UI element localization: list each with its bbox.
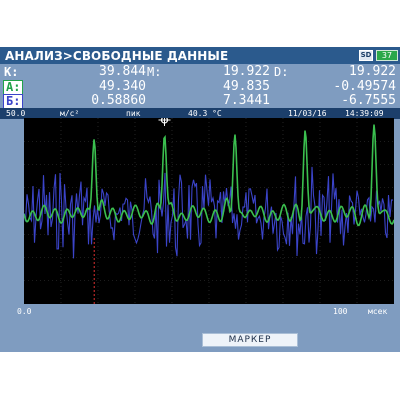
k-label: К: (4, 65, 19, 79)
screen-title: АНАЛИЗ>СВОБОДНЫЕ ДАННЫЕ (5, 49, 229, 63)
battery-icon: 37 (376, 50, 398, 61)
m-label: М: (147, 65, 162, 79)
x-axis-unit: мсек (368, 307, 388, 316)
scale-value: 50.0 (6, 109, 26, 118)
trace-a-label: А: (3, 80, 24, 95)
k-value: 39.844 (99, 64, 146, 79)
a-value-3: -0.49574 (333, 79, 396, 94)
sd-card-icon: SD (359, 50, 373, 61)
a-value-2: 49.835 (223, 79, 270, 94)
readout-row-a: А: 49.340 49.835 -0.49574 (0, 79, 400, 95)
x-axis-max: 100 (333, 307, 348, 316)
trace-b-line (24, 166, 394, 259)
b-value-1: 0.58860 (91, 93, 146, 108)
readout-row-b: Б: 0.58860 7.3441 -6.7555 (0, 94, 400, 109)
a-value-1: 49.340 (99, 79, 146, 94)
waveform-svg (24, 118, 394, 304)
marker-button[interactable]: МАРКЕР (202, 333, 298, 347)
d-value: 19.922 (349, 64, 396, 79)
b-value-3: -6.7555 (341, 93, 396, 108)
d-label: D: (274, 65, 289, 79)
trace-b-label: Б: (3, 94, 24, 109)
marker-crosshair-icon (158, 118, 171, 126)
b-value-2: 7.3441 (223, 93, 270, 108)
x-axis-min: 0.0 (17, 307, 32, 316)
battery-level: 37 (381, 51, 393, 60)
waveform-plot[interactable] (24, 118, 394, 304)
readout-row-k: К: 39.844 М: 19.922 D: 19.922 (0, 64, 400, 80)
m-value: 19.922 (223, 64, 270, 79)
